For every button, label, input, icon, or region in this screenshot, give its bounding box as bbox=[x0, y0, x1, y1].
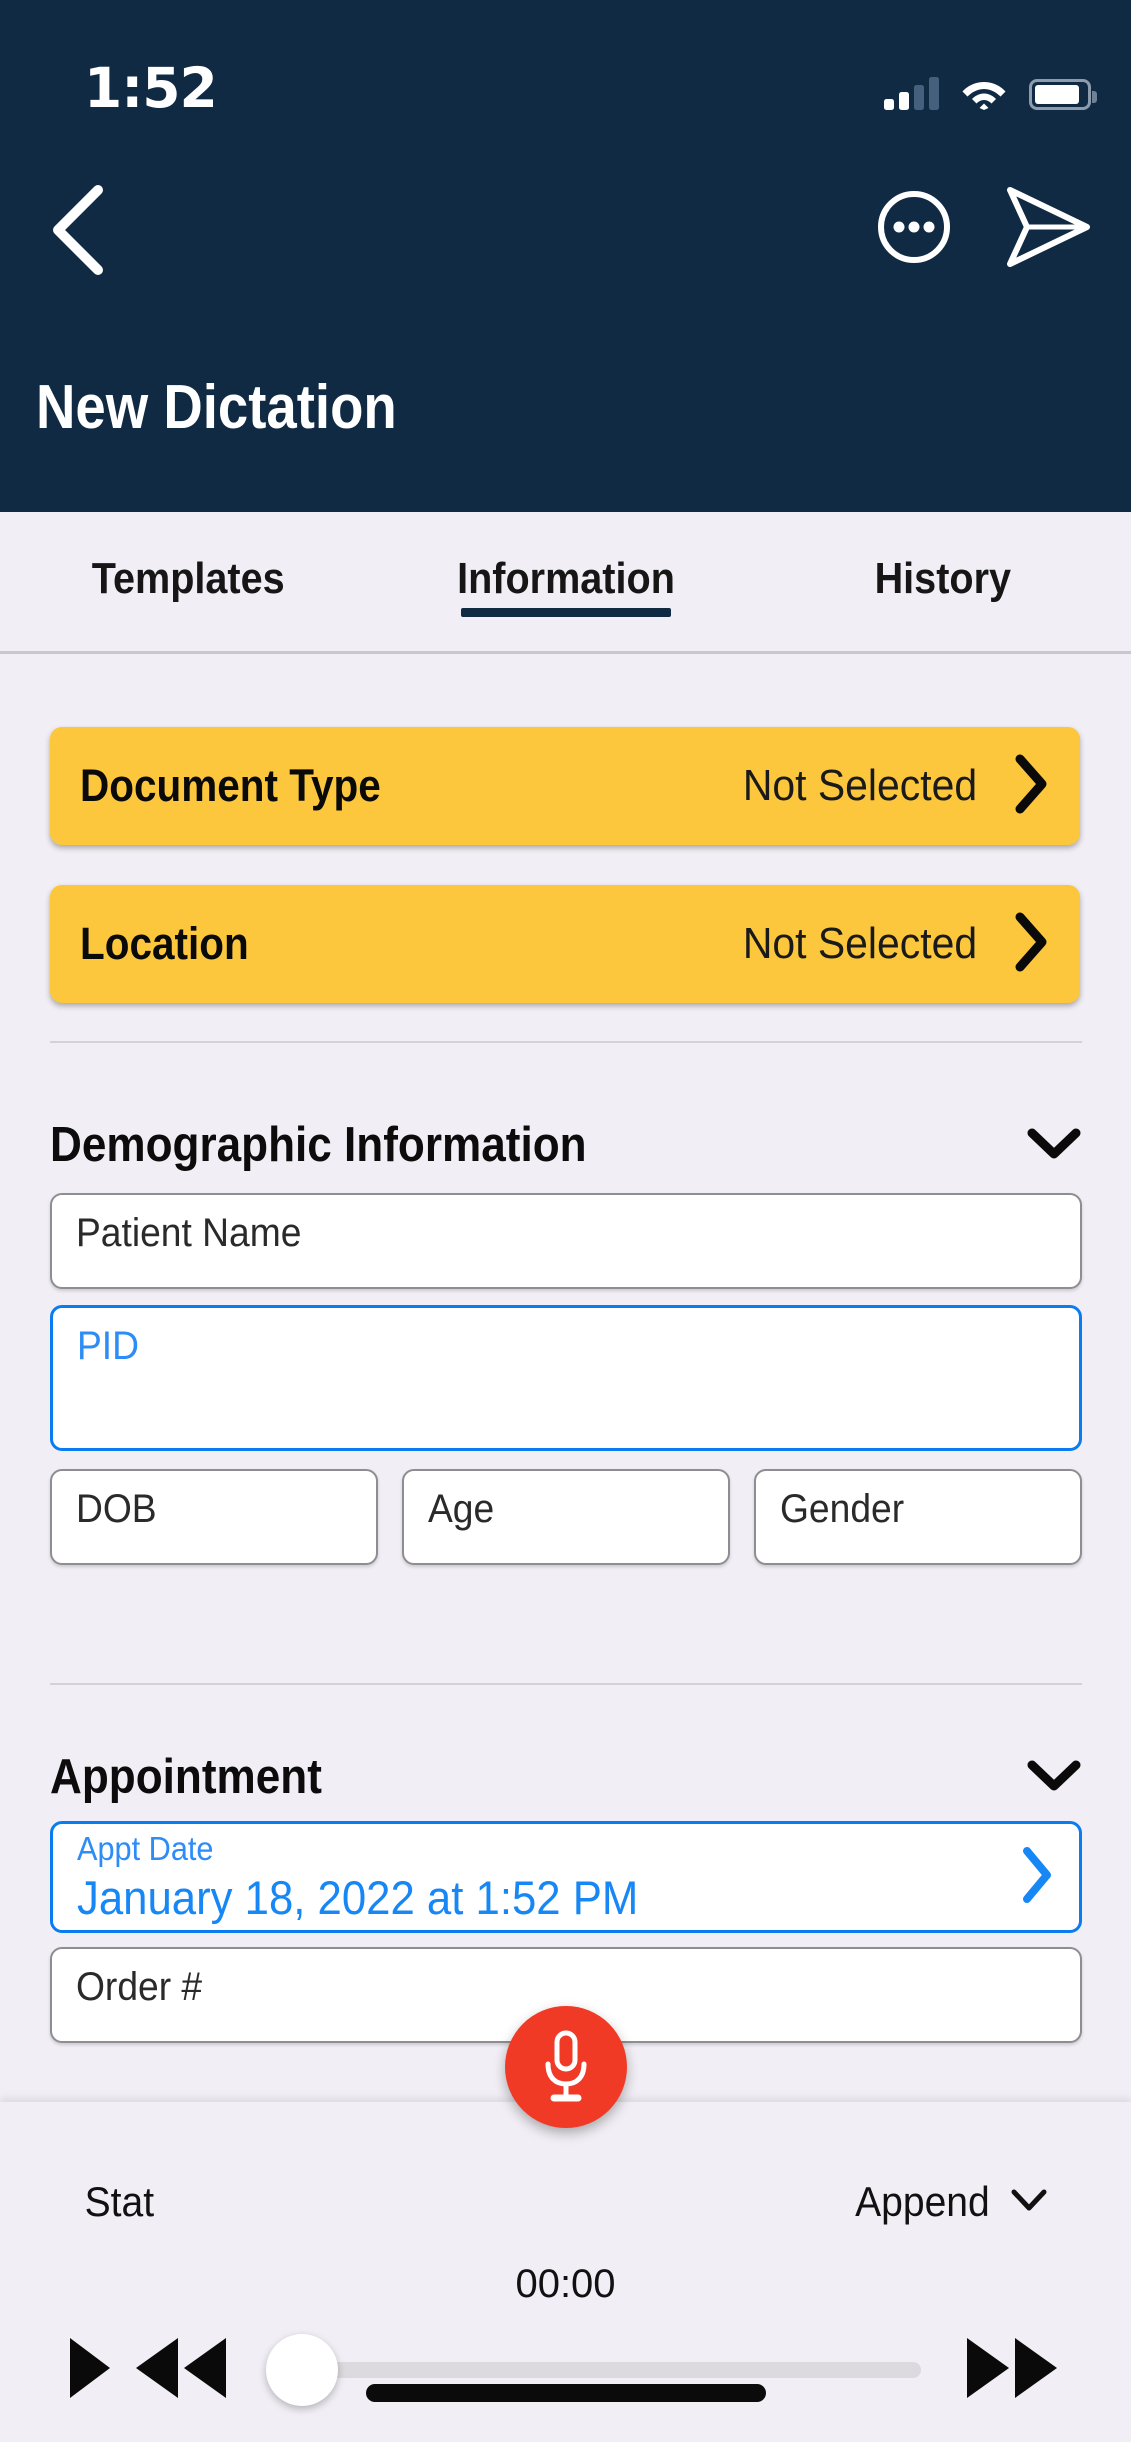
location-label: Location bbox=[80, 918, 249, 970]
tab-information-label: Information bbox=[457, 554, 675, 610]
dob-field[interactable]: DOB bbox=[50, 1469, 378, 1565]
chevron-down-icon bbox=[1009, 2187, 1049, 2218]
demographic-section-header[interactable]: Demographic Information bbox=[50, 1115, 1082, 1175]
gender-placeholder: Gender bbox=[780, 1487, 1037, 1532]
document-type-selector[interactable]: Document Type Not Selected bbox=[50, 727, 1080, 845]
status-bar-clock: 1:52 bbox=[84, 56, 217, 120]
chevron-right-icon bbox=[1019, 1845, 1055, 1910]
order-number-placeholder: Order # bbox=[76, 1965, 987, 2010]
location-value: Not Selected bbox=[743, 919, 977, 969]
send-paper-plane-icon bbox=[1001, 184, 1093, 270]
tab-history[interactable]: History bbox=[754, 512, 1131, 651]
tab-history-label: History bbox=[874, 554, 1010, 610]
tab-templates[interactable]: Templates bbox=[0, 512, 377, 651]
fast-forward-button[interactable] bbox=[957, 2333, 1067, 2408]
appointment-date-field[interactable]: Appt Date January 18, 2022 at 1:52 PM bbox=[50, 1821, 1082, 1933]
document-type-value: Not Selected bbox=[743, 761, 977, 811]
tab-information[interactable]: Information bbox=[377, 512, 754, 651]
rewind-button[interactable] bbox=[126, 2333, 236, 2408]
tab-bar: Templates Information History bbox=[0, 512, 1131, 654]
page-title: New Dictation bbox=[36, 372, 397, 443]
appointment-date-value: January 18, 2022 at 1:52 PM bbox=[77, 1870, 638, 1925]
recorder-bar: Stat Append 00:00 bbox=[0, 2102, 1131, 2442]
section-divider bbox=[50, 1041, 1082, 1043]
fast-forward-icon bbox=[957, 2333, 1067, 2403]
age-placeholder: Age bbox=[428, 1487, 685, 1532]
battery-icon bbox=[1029, 79, 1091, 110]
wifi-icon bbox=[961, 76, 1007, 110]
demographic-section-title: Demographic Information bbox=[50, 1117, 587, 1173]
document-type-label: Document Type bbox=[80, 760, 381, 812]
more-options-button[interactable] bbox=[875, 188, 953, 271]
stat-toggle[interactable]: Stat bbox=[85, 2178, 154, 2226]
nav-row bbox=[0, 172, 1131, 292]
chevron-down-icon[interactable] bbox=[1026, 1757, 1082, 1798]
section-divider bbox=[50, 1683, 1082, 1685]
pid-field[interactable]: PID bbox=[50, 1305, 1082, 1451]
app-header: 1:52 bbox=[0, 0, 1131, 512]
more-options-circle-icon bbox=[875, 188, 953, 266]
appointment-section-header[interactable]: Appointment bbox=[50, 1747, 1082, 1807]
cellular-signal-icon bbox=[884, 76, 939, 110]
chevron-down-icon[interactable] bbox=[1026, 1125, 1082, 1166]
rewind-icon bbox=[126, 2333, 236, 2403]
send-button[interactable] bbox=[1001, 184, 1093, 275]
recording-timer: 00:00 bbox=[515, 2262, 615, 2307]
back-button[interactable] bbox=[40, 180, 132, 280]
slider-knob[interactable] bbox=[266, 2334, 338, 2406]
transport-controls bbox=[0, 2324, 1131, 2416]
chevron-left-icon bbox=[40, 180, 132, 280]
patient-name-placeholder: Patient Name bbox=[76, 1211, 987, 1256]
header-actions bbox=[875, 184, 1093, 275]
patient-name-field[interactable]: Patient Name bbox=[50, 1193, 1082, 1289]
append-mode-label: Append bbox=[855, 2178, 990, 2226]
appointment-date-label: Appt Date bbox=[77, 1830, 638, 1868]
play-icon bbox=[60, 2333, 116, 2403]
microphone-icon bbox=[538, 2028, 594, 2106]
chevron-right-icon bbox=[1012, 911, 1050, 978]
gender-field[interactable]: Gender bbox=[754, 1469, 1082, 1565]
record-button[interactable] bbox=[505, 2006, 627, 2128]
append-mode-dropdown[interactable]: Append bbox=[850, 2178, 1049, 2226]
chevron-right-icon bbox=[1012, 753, 1050, 820]
home-indicator bbox=[366, 2384, 766, 2402]
dob-placeholder: DOB bbox=[76, 1487, 333, 1532]
phone-screen: 1:52 bbox=[0, 0, 1131, 2442]
status-bar-icons bbox=[884, 62, 1091, 110]
status-bar: 1:52 bbox=[0, 0, 1131, 130]
pid-placeholder: PID bbox=[77, 1324, 987, 1369]
play-button[interactable] bbox=[60, 2333, 116, 2408]
playback-slider[interactable] bbox=[272, 2361, 921, 2379]
tab-templates-label: Templates bbox=[92, 554, 285, 610]
age-field[interactable]: Age bbox=[402, 1469, 730, 1565]
location-selector[interactable]: Location Not Selected bbox=[50, 885, 1080, 1003]
appointment-section-title: Appointment bbox=[50, 1749, 322, 1805]
slider-track bbox=[272, 2362, 921, 2378]
